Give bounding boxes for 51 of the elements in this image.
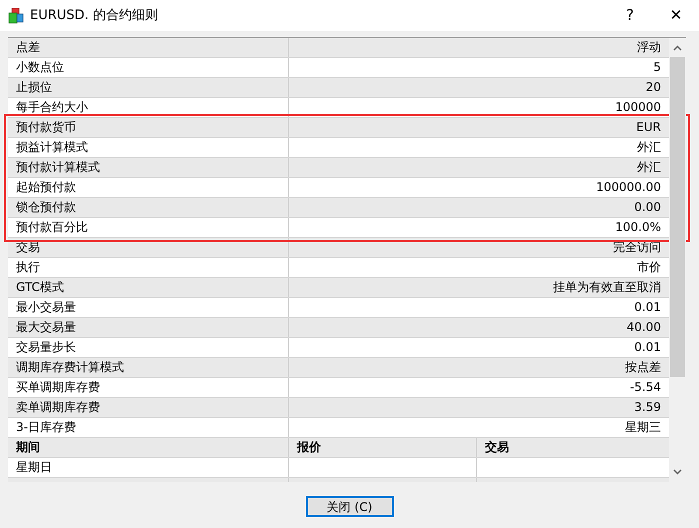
column-header: 报价 [289,438,477,457]
property-value: 40.00 [626,319,662,336]
property-name: 3-日库存费 [8,418,289,437]
property-name: 每手合约大小 [8,98,289,117]
property-value: 0.00 [633,199,662,216]
property-value: 市价 [636,259,662,276]
scrollbar-thumb[interactable] [670,57,685,377]
scroll-up-icon[interactable] [673,45,682,51]
property-value: 0.01 [633,299,662,316]
property-value: 按点差 [624,359,662,376]
property-name: 最大交易量 [8,318,289,337]
app-icon [8,8,24,24]
property-name: 小数点位 [8,58,289,77]
property-name: 调期库存费计算模式 [8,358,289,377]
property-value: 100000 [614,99,662,116]
scroll-down-icon[interactable] [673,469,682,475]
property-value: 0.01 [633,339,662,356]
property-value: 5 [652,59,662,76]
property-name: 交易量步长 [8,338,289,357]
property-name: 买单调期库存费 [8,378,289,397]
window-title: EURUSD. 的合约细则 [30,6,159,25]
property-value: 外汇 [636,139,662,156]
property-value: 浮动 [636,39,662,56]
property-name: 预付款货币 [8,118,289,137]
close-button[interactable]: ✕ [653,0,699,30]
property-value: 外汇 [636,159,662,176]
property-name: 最小交易量 [8,298,289,317]
property-name: 预付款计算模式 [8,158,289,177]
property-name: 执行 [8,258,289,277]
property-name: 止损位 [8,78,289,97]
property-value: EUR [635,119,662,136]
property-name: GTC模式 [8,278,289,297]
column-header: 交易 [484,439,510,456]
property-name: 起始预付款 [8,178,289,197]
property-value: 100000.00 [595,179,662,196]
property-value: 100.0% [614,219,662,236]
property-name: 点差 [8,38,289,57]
property-name: 预付款百分比 [8,218,289,237]
property-value: -5.54 [628,379,662,396]
property-value: 3.59 [633,399,662,416]
property-value: 星期三 [624,419,662,436]
property-value: 20 [644,79,662,96]
table-cell: 星期日 [8,458,289,477]
property-value: 挂单为有效直至取消 [552,279,662,296]
column-header: 期间 [8,438,289,457]
property-value: 完全访问 [612,239,662,256]
help-button[interactable]: ? [607,0,653,30]
property-name: 卖单调期库存费 [8,398,289,417]
property-name: 锁仓预付款 [8,198,289,217]
close-button[interactable]: 关闭 (C) [306,496,394,517]
property-name: 损益计算模式 [8,138,289,157]
